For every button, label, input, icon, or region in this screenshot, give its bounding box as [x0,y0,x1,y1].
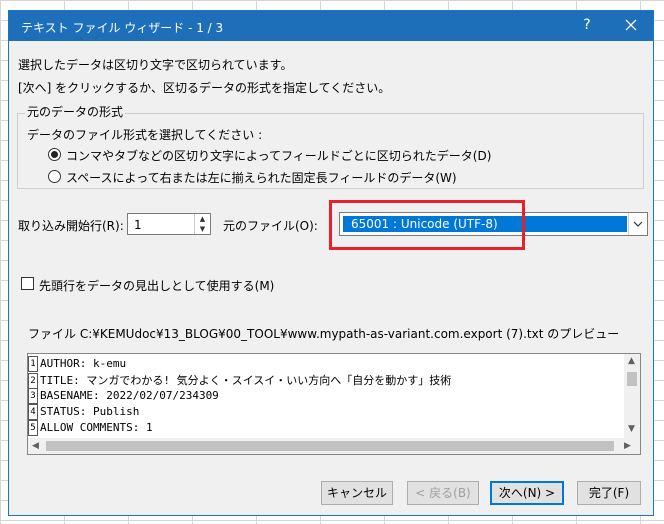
headers-checkbox-label[interactable]: 先頭行をデータの見出しとして使用する(M) [39,277,274,294]
preview-line-text: STATUS: Publish [40,405,140,418]
radio-selected-dot [51,151,58,158]
origin-file-label: 元のファイル(O): [223,219,318,233]
vertical-scroll-thumb[interactable] [627,372,637,386]
preview-line: 4 STATUS: Publish [28,404,139,420]
preview-line: 1 AUTHOR: k-emu [28,356,126,372]
help-button[interactable]: ? [577,17,597,35]
preview-line: 5 ALLOW COMMENTS: 1 [28,420,153,436]
dropdown-arrow[interactable] [628,213,647,235]
scroll-right-icon[interactable]: ▶ [624,441,631,451]
dialog-title: テキスト ファイル ウィザード - 1 / 3 [21,21,224,35]
source-format-group-label: 元のデータの形式 [25,103,126,120]
preview-line: 2 TITLE: マンガでわかる! 気分よく・スイスイ・いい方向へ「自分を動かす」… [28,372,452,389]
intro-text-line1: 選択したデータは区切り文字で区切られています。 [18,58,293,72]
preview-horizontal-scrollbar[interactable]: ◀ ▶ [28,438,640,454]
close-button[interactable] [617,15,645,37]
spinner-buttons[interactable]: ▲ ▼ [194,214,210,234]
text-import-wizard-dialog: テキスト ファイル ウィザード - 1 / 3 ? 選択したデータは区切り文字で… [8,10,654,516]
preview-line: 3 BASENAME: 2022/02/07/234309 [28,388,219,404]
preview-line-number: 2 [28,373,38,389]
scroll-down-icon[interactable]: ▼ [628,424,635,434]
intro-text-line2: [次へ] をクリックするか、区切るデータの形式を指定してください。 [18,81,391,95]
scroll-up-icon[interactable]: ▲ [628,356,635,366]
fixed-width-radio[interactable] [48,170,61,183]
preview-line-text: ALLOW COMMENTS: 1 [40,421,153,434]
highlight-annotation-box [329,200,525,250]
preview-line-number: 5 [28,420,38,436]
scroll-left-icon[interactable]: ◀ [32,441,39,451]
delimited-option-label[interactable]: コンマやタブなどの区切り文字によってフィールドごとに区切られたデータ(D) [66,147,491,164]
cancel-button[interactable]: キャンセル [321,481,393,505]
preview-line-text: TITLE: マンガでわかる! 気分よく・スイスイ・いい方向へ「自分を動かす」技… [40,374,452,387]
fixed-width-option-label[interactable]: スペースによって右または左に揃えられた固定長フィールドのデータ(W) [66,169,457,186]
preview-label: ファイル C:¥KEMUdoc¥13_BLOG¥00_TOOL¥www.mypa… [28,327,620,341]
headers-checkbox[interactable] [21,277,34,290]
close-icon [625,19,637,31]
spin-up-icon[interactable]: ▲ [195,214,210,224]
preview-line-text: BASENAME: 2022/02/07/234309 [40,389,219,402]
preview-line-number: 3 [28,388,38,404]
back-button[interactable]: < 戻る(B) [407,481,479,505]
spin-down-icon[interactable]: ▼ [195,224,210,234]
delimited-radio[interactable] [48,148,61,161]
file-format-prompt: データのファイル形式を選択してください : [27,128,263,142]
finish-button[interactable]: 完了(F) [577,481,641,505]
preview-line-number: 4 [28,404,38,420]
import-start-row-spinner[interactable]: 1 ▲ ▼ [127,213,211,235]
preview-vertical-scrollbar[interactable]: ▲ ▼ [624,354,640,438]
import-start-row-value: 1 [134,218,142,232]
chevron-down-icon [633,221,643,227]
preview-line-text: AUTHOR: k-emu [40,357,127,370]
title-bar: テキスト ファイル ウィザード - 1 / 3 ? [9,11,653,41]
next-button[interactable]: 次へ(N) > [490,481,564,505]
preview-line-number: 1 [28,356,38,372]
import-start-row-label: 取り込み開始行(R): [18,219,124,233]
preview-pane[interactable]: 1 AUTHOR: k-emu 2 TITLE: マンガでわかる! 気分よく・スイス… [27,353,641,455]
horizontal-scroll-thumb[interactable] [46,441,614,451]
